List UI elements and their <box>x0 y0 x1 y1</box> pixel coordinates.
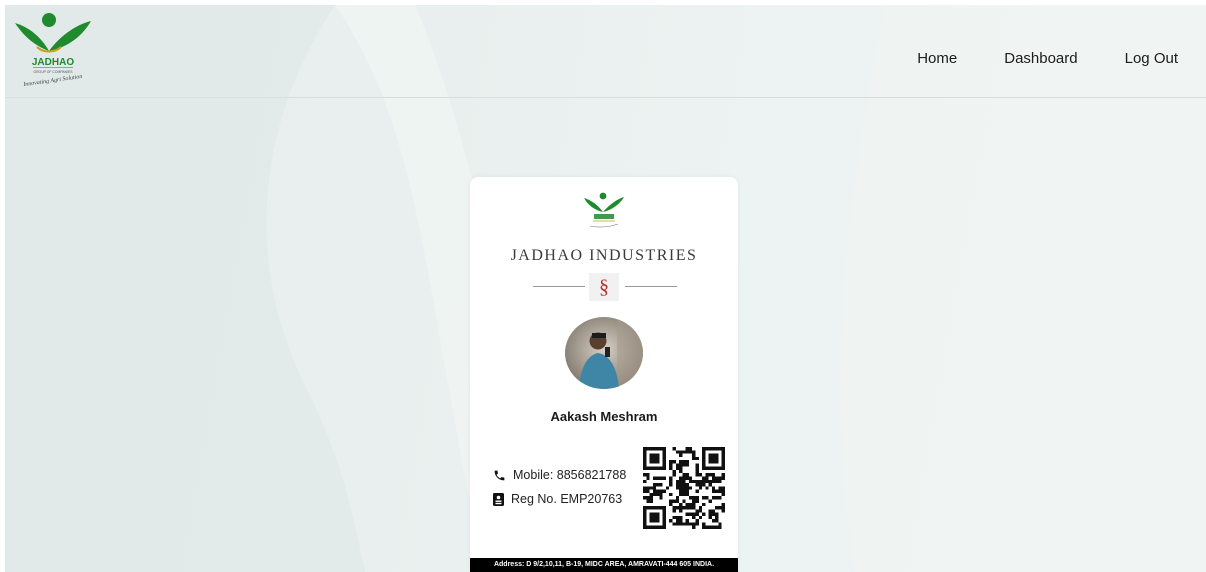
reg-row: Reg No. EMP20763 <box>493 492 622 506</box>
card-logo <box>584 192 624 228</box>
nav-home[interactable]: Home <box>917 50 957 67</box>
id-card: JADHAO INDUSTRIES § Aakash Meshram Mobil… <box>470 177 738 572</box>
section-symbol: § <box>589 273 619 301</box>
logo-brand: JADHAO <box>32 57 74 68</box>
qr-code <box>643 447 725 529</box>
employee-name: Aakash Meshram <box>550 409 658 424</box>
profile-photo <box>565 317 643 389</box>
mobile-row: Mobile: 8856821788 <box>493 468 626 482</box>
nav-logout[interactable]: Log Out <box>1125 50 1178 67</box>
nav-dashboard[interactable]: Dashboard <box>1004 50 1077 67</box>
logo-sub: GROUP OF COMPANIES <box>33 70 73 74</box>
address-bar: Address: D 9/2,10,11, B-19, MIDC AREA, A… <box>470 558 738 572</box>
id-badge-icon <box>493 492 504 506</box>
mobile-text: Mobile: 8856821788 <box>513 468 627 482</box>
logo-tagline: Innovating Agri Solution <box>22 74 83 88</box>
divider-right <box>625 286 677 287</box>
phone-icon <box>494 470 505 480</box>
company-logo[interactable]: JADHAO GROUP OF COMPANIES Innovating Agr… <box>11 9 95 91</box>
company-name: JADHAO INDUSTRIES <box>510 247 698 264</box>
navbar: JADHAO GROUP OF COMPANIES Innovating Agr… <box>5 5 1206 98</box>
reg-text: Reg No. EMP20763 <box>511 492 623 506</box>
page: JADHAO GROUP OF COMPANIES Innovating Agr… <box>5 5 1206 572</box>
nav-links: Home Dashboard Log Out <box>917 50 1178 67</box>
divider-left <box>533 286 585 287</box>
